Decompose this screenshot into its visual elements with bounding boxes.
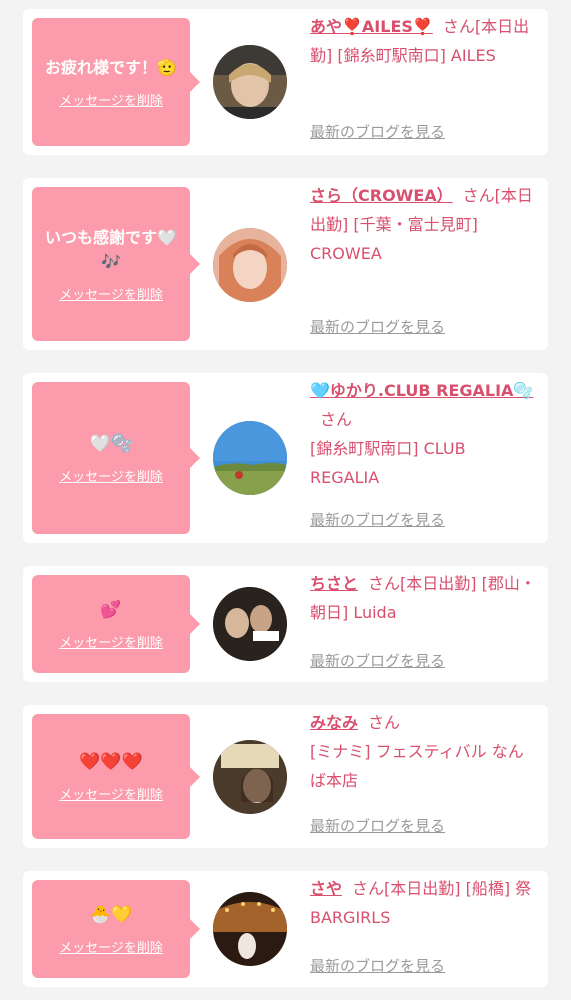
avatar[interactable] [213, 228, 287, 302]
latest-blog-link[interactable]: 最新のブログを見る [310, 955, 445, 976]
message-text: 🐣💛 [89, 904, 133, 925]
cast-details: [ミナミ] フェスティバル なんば本店 [310, 742, 524, 790]
cast-name-link[interactable]: ちさと [310, 574, 358, 593]
message-bubble: 💕 メッセージを削除 [32, 575, 200, 673]
honorific: さん [368, 574, 401, 593]
latest-blog-link[interactable]: 最新のブログを見る [310, 509, 445, 530]
cast-name-link[interactable]: さや [310, 879, 342, 898]
honorific: さん [462, 186, 495, 205]
honorific: さん [320, 410, 353, 429]
message-bubble: お疲れ様です！🫡 メッセージを削除 [32, 18, 200, 146]
message-bubble: 🐣💛 メッセージを削除 [32, 880, 200, 978]
honorific: さん [352, 879, 385, 898]
message-text: お疲れ様です！🫡 [45, 57, 177, 77]
avatar[interactable] [213, 892, 287, 966]
message-card: いつも感謝です🤍🎶 メッセージを削除 さら（CROWEA） さん[本日出勤] [千… [23, 178, 548, 350]
message-card: 🤍🫧 メッセージを削除 🩵ゆかり.CLUB REGALIA🫧 さん [錦糸町駅南口]… [23, 373, 548, 543]
message-bubble: いつも感謝です🤍🎶 メッセージを削除 [32, 187, 200, 341]
honorific: さん [368, 713, 401, 732]
message-bubble: 🤍🫧 メッセージを削除 [32, 382, 200, 534]
delete-message-link[interactable]: メッセージを削除 [59, 466, 163, 485]
message-text: 🤍🫧 [89, 433, 133, 454]
message-card: ❤️❤️❤️ メッセージを削除 みなみ さん [ミナミ] フェスティバル なんば本店… [23, 705, 548, 848]
latest-blog-link[interactable]: 最新のブログを見る [310, 121, 445, 142]
delete-message-link[interactable]: メッセージを削除 [59, 284, 163, 303]
message-text: いつも感謝です🤍🎶 [45, 227, 177, 271]
latest-blog-link[interactable]: 最新のブログを見る [310, 650, 445, 671]
cast-info: みなみ さん [ミナミ] フェスティバル なんば本店 [310, 708, 538, 795]
latest-blog-link[interactable]: 最新のブログを見る [310, 815, 445, 836]
message-card: お疲れ様です！🫡 メッセージを削除 あや❣️AILES❣️ さん[本日出勤] [錦… [23, 9, 548, 155]
cast-info: ちさと さん[本日出勤] [郡山・朝日] Luida [310, 569, 538, 627]
delete-message-link[interactable]: メッセージを削除 [59, 90, 163, 109]
cast-info: さら（CROWEA） さん[本日出勤] [千葉・富士見町] CROWEA [310, 181, 538, 268]
message-card: 🐣💛 メッセージを削除 さや さん[本日出勤] [船橋] 祭BARGIRLS 最新… [23, 871, 548, 987]
cast-info: さや さん[本日出勤] [船橋] 祭BARGIRLS [310, 874, 538, 932]
avatar[interactable] [213, 421, 287, 495]
honorific: さん [442, 17, 475, 36]
cast-name-link[interactable]: 🩵ゆかり.CLUB REGALIA🫧 [310, 381, 533, 400]
delete-message-link[interactable]: メッセージを削除 [59, 937, 163, 956]
message-text: 💕 [100, 599, 122, 620]
cast-name-link[interactable]: みなみ [310, 713, 358, 732]
message-text: ❤️❤️❤️ [79, 752, 143, 772]
delete-message-link[interactable]: メッセージを削除 [59, 632, 163, 651]
message-bubble: ❤️❤️❤️ メッセージを削除 [32, 714, 200, 839]
message-card: 💕 メッセージを削除 ちさと さん[本日出勤] [郡山・朝日] Luida 最新の… [23, 566, 548, 682]
avatar[interactable] [213, 45, 287, 119]
latest-blog-link[interactable]: 最新のブログを見る [310, 316, 445, 337]
avatar[interactable] [213, 587, 287, 661]
cast-details: [本日出勤] [船橋] 祭BARGIRLS [310, 879, 532, 927]
cast-name-link[interactable]: あや❣️AILES❣️ [310, 17, 433, 36]
delete-message-link[interactable]: メッセージを削除 [59, 784, 163, 803]
cast-details: [錦糸町駅南口] CLUB REGALIA [310, 439, 466, 487]
avatar[interactable] [213, 740, 287, 814]
cast-info: あや❣️AILES❣️ さん[本日出勤] [錦糸町駅南口] AILES [310, 12, 538, 70]
cast-info: 🩵ゆかり.CLUB REGALIA🫧 さん [錦糸町駅南口] CLUB REGALI… [310, 376, 538, 492]
cast-name-link[interactable]: さら（CROWEA） [310, 186, 453, 205]
